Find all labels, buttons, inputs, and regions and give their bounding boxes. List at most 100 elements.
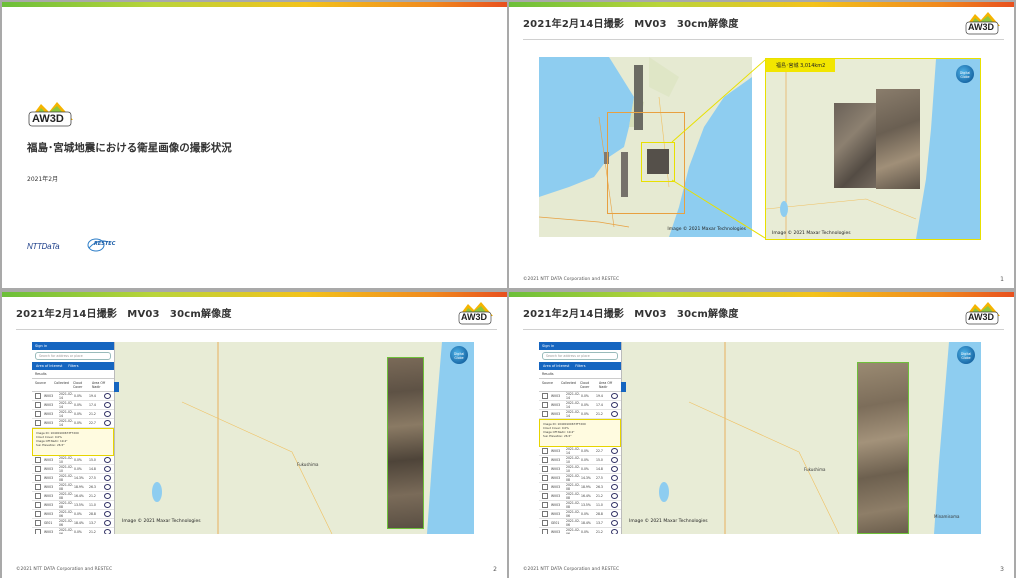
result-row[interactable]: WV03 2021-02-08 18.9% 26.3 [539,483,621,492]
eye-icon[interactable] [611,529,618,534]
eye-icon[interactable] [611,457,618,463]
eye-icon[interactable] [611,502,618,508]
zoom-map[interactable]: 福島･宮城 3,014km2 Digital Globe Image © 202… [765,58,981,240]
row-checkbox[interactable] [35,502,41,508]
main-map[interactable]: Sign in Search for address or place Area… [32,342,474,534]
col-offnadir[interactable]: Area Off Nadir [92,381,111,389]
result-row[interactable]: WV03 2021-02-14 0.0% 17.4 [32,401,114,410]
col-source[interactable]: Source [542,381,561,389]
result-row[interactable]: WV03 2021-02-14 0.0% 17.4 [539,401,621,410]
result-row[interactable]: WV03 2021-02-10 0.0% 15.0 [32,456,114,465]
result-row[interactable]: WV03 2021-02-14 0.0% 19.4 [32,392,114,401]
result-row[interactable]: WV03 2021-02-14 0.0% 22.7 [539,447,621,456]
row-checkbox[interactable] [542,393,548,399]
eye-icon[interactable] [611,411,618,417]
results-panel[interactable]: Sign in Search for address or place Area… [539,342,622,534]
row-checkbox[interactable] [35,484,41,490]
result-row[interactable]: WV03 2021-02-06 0.0% 28.8 [32,510,114,519]
col-cloud[interactable]: Cloud Cover [73,381,92,389]
row-checkbox[interactable] [35,420,41,426]
result-row[interactable]: WV03 2021-02-14 0.0% 22.7 [32,419,114,428]
search-input[interactable]: Search for address or place [542,352,618,360]
row-checkbox[interactable] [35,402,41,408]
eye-icon[interactable] [104,393,111,399]
row-checkbox[interactable] [35,475,41,481]
slide-1[interactable]: AW3D 福島･宮城地震における衛星画像の撮影状況 2021年2月 NTTDaT… [2,2,507,288]
eye-icon[interactable] [104,520,111,526]
eye-icon[interactable] [104,493,111,499]
col-collected[interactable]: Collected [54,381,73,389]
col-offnadir[interactable]: Area Off Nadir [599,381,618,389]
eye-icon[interactable] [104,475,111,481]
slide-2[interactable]: 2021年2月14日撮影 MV03 30cm解像度 AW3D Image © 2… [509,2,1014,288]
result-row[interactable]: WV03 2021-02-06 0.0% 28.8 [539,510,621,519]
result-row[interactable]: WV03 2021-02-08 14.3% 27.5 [539,474,621,483]
tab-filters[interactable]: Filters [68,364,78,368]
row-checkbox[interactable] [35,529,41,534]
panel-toggle[interactable] [621,382,626,392]
result-row[interactable]: WV03 2021-02-10 0.0% 14.8 [539,465,621,474]
col-collected[interactable]: Collected [561,381,580,389]
result-row[interactable]: WV03 2021-02-10 0.0% 14.8 [32,465,114,474]
result-row[interactable]: WV03 2021-02-14 0.0% 21.2 [32,410,114,419]
eye-icon[interactable] [611,466,618,472]
row-checkbox[interactable] [542,529,548,534]
result-row[interactable]: WV03 2021-02-08 13.5% 11.0 [32,501,114,510]
result-row[interactable]: WV03 2021-02-06 0.0% 21.2 [539,528,621,534]
result-row[interactable]: WV03 2021-02-06 0.0% 21.2 [32,528,114,534]
eye-icon[interactable] [104,466,111,472]
eye-icon[interactable] [611,402,618,408]
result-row[interactable]: WV03 2021-02-10 0.0% 15.0 [539,456,621,465]
col-source[interactable]: Source [35,381,54,389]
eye-icon[interactable] [611,448,618,454]
search-input[interactable]: Search for address or place [35,352,111,360]
eye-icon[interactable] [104,511,111,517]
row-checkbox[interactable] [542,411,548,417]
result-row[interactable]: GE01 2021-02-06 18.4% 13.7 [539,519,621,528]
eye-icon[interactable] [104,402,111,408]
row-checkbox[interactable] [542,493,548,499]
eye-icon[interactable] [104,411,111,417]
row-checkbox[interactable] [35,393,41,399]
eye-icon[interactable] [104,457,111,463]
row-checkbox[interactable] [35,493,41,499]
result-row[interactable]: WV03 2021-02-08 18.9% 26.3 [32,483,114,492]
result-row[interactable]: WV03 2021-02-08 13.5% 11.0 [539,501,621,510]
signin-link[interactable]: Sign in [542,344,554,348]
signin-link[interactable]: Sign in [35,344,47,348]
eye-icon[interactable] [611,511,618,517]
col-cloud[interactable]: Cloud Cover [580,381,599,389]
eye-icon[interactable] [104,484,111,490]
main-map[interactable]: Sign in Search for address or place Area… [539,342,981,534]
row-checkbox[interactable] [542,448,548,454]
panel-toggle[interactable] [114,382,119,392]
eye-icon[interactable] [104,502,111,508]
row-checkbox[interactable] [35,411,41,417]
row-checkbox[interactable] [542,466,548,472]
tab-area[interactable]: Area of Interest [543,364,569,368]
row-checkbox[interactable] [542,511,548,517]
eye-icon[interactable] [104,529,111,534]
eye-icon[interactable] [104,420,111,426]
result-row[interactable]: WV03 2021-02-08 16.4% 21.2 [32,492,114,501]
row-checkbox[interactable] [542,475,548,481]
slide-4[interactable]: 2021年2月14日撮影 MV03 30cm解像度 AW3D Sign in S… [509,292,1014,578]
eye-icon[interactable] [611,484,618,490]
results-panel[interactable]: Sign in Search for address or place Area… [32,342,115,534]
row-checkbox[interactable] [542,502,548,508]
row-checkbox[interactable] [35,520,41,526]
eye-icon[interactable] [611,475,618,481]
tab-area[interactable]: Area of Interest [36,364,62,368]
row-checkbox[interactable] [542,484,548,490]
result-row[interactable]: WV03 2021-02-08 14.3% 27.5 [32,474,114,483]
result-row[interactable]: WV03 2021-02-14 0.0% 21.2 [539,410,621,419]
result-row[interactable]: WV03 2021-02-08 16.4% 21.2 [539,492,621,501]
row-checkbox[interactable] [542,520,548,526]
tab-filters[interactable]: Filters [575,364,585,368]
slide-3[interactable]: 2021年2月14日撮影 MV03 30cm解像度 AW3D Sign in S… [2,292,507,578]
result-row[interactable]: GE01 2021-02-06 18.4% 13.7 [32,519,114,528]
row-checkbox[interactable] [35,466,41,472]
result-row[interactable]: WV03 2021-02-14 0.0% 19.4 [539,392,621,401]
eye-icon[interactable] [611,520,618,526]
row-checkbox[interactable] [35,457,41,463]
